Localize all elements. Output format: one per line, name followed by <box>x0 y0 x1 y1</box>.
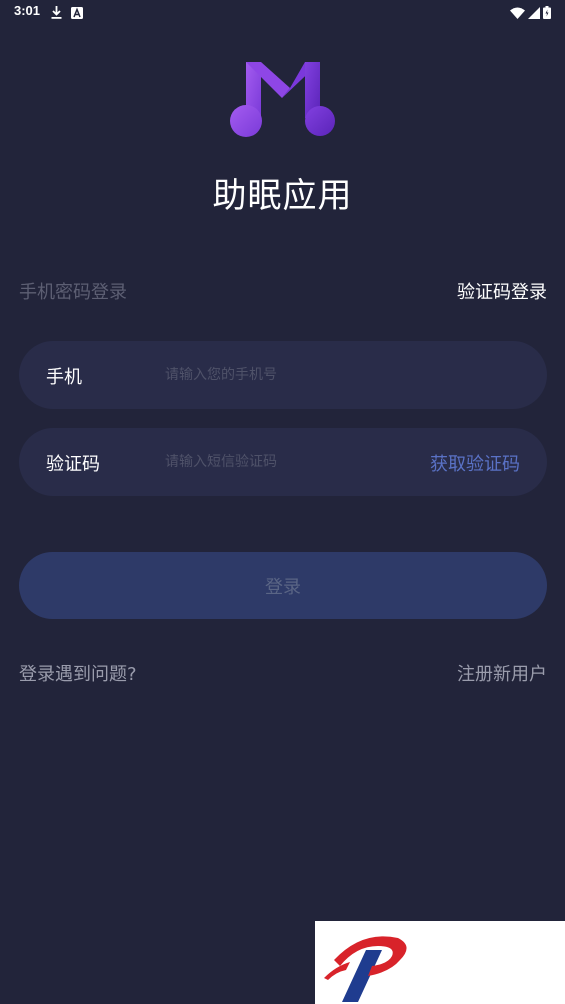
tab-password-login[interactable]: 手机密码登录 <box>19 278 127 304</box>
phone-label: 手机 <box>46 367 82 388</box>
login-help-link[interactable]: 登录遇到问题? <box>19 660 137 686</box>
status-left-icons <box>51 4 83 23</box>
phone-input[interactable] <box>165 361 415 389</box>
tab-code-login[interactable]: 验证码登录 <box>457 278 547 304</box>
watermark <box>315 921 565 1004</box>
code-field: 验证码 获取验证码 <box>19 428 547 496</box>
login-tabs: 手机密码登录 验证码登录 <box>19 278 547 304</box>
code-input[interactable] <box>165 448 415 476</box>
wifi-icon <box>510 4 525 23</box>
music-note-m-logo-icon <box>230 62 335 137</box>
p-brand-logo-icon <box>324 936 407 1002</box>
battery-icon <box>543 4 551 23</box>
phone-field: 手机 <box>19 341 547 409</box>
font-a-icon <box>71 4 83 23</box>
app-logo <box>228 58 338 140</box>
bottom-links: 登录遇到问题? 注册新用户 <box>19 660 547 686</box>
app-title: 助眠应用 <box>212 176 353 216</box>
status-time: 3:01 <box>14 3 41 18</box>
login-button[interactable]: 登录 <box>19 552 547 619</box>
code-label: 验证码 <box>46 454 100 475</box>
get-code-button[interactable]: 获取验证码 <box>430 450 520 476</box>
cellular-signal-icon <box>528 4 540 23</box>
status-right-icons <box>510 4 551 23</box>
status-bar: 3:01 <box>0 0 565 24</box>
download-icon <box>51 4 62 23</box>
register-link[interactable]: 注册新用户 <box>457 660 547 686</box>
